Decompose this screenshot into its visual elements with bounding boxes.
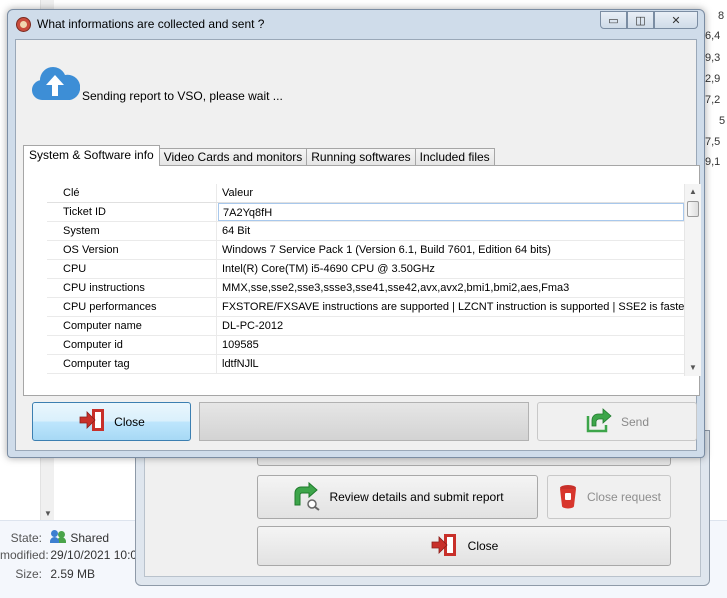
row-value: 109585 [222, 339, 259, 351]
bg-value: 5 [719, 115, 726, 127]
detail-label: State: [10, 531, 42, 545]
shared-users-icon [50, 530, 66, 544]
detail-label: modified: [0, 548, 49, 562]
trash-bin-icon [557, 483, 579, 512]
bg-value: 2,9 [705, 73, 721, 85]
scroll-down-arrow-icon[interactable]: ▼ [44, 509, 52, 518]
table-row[interactable]: OS Version Windows 7 Service Pack 1 (Ver… [47, 241, 684, 260]
row-key: CPU performances [47, 298, 217, 316]
grid-vertical-scrollbar[interactable]: ▲ ▼ [684, 184, 701, 376]
scroll-up-arrow-icon[interactable]: ▲ [685, 184, 701, 200]
window-controls: ▭ ◫ ✕ [600, 11, 698, 29]
tab-included-files[interactable]: Included files [414, 148, 495, 166]
app-icon [16, 17, 31, 32]
cloud-upload-icon [30, 64, 81, 107]
table-row[interactable]: System 64 Bit [47, 222, 684, 241]
table-row[interactable]: CPU performances FXSTORE/FXSAVE instruct… [47, 298, 684, 317]
table-row[interactable]: CPU Intel(R) Core(TM) i5-4690 CPU @ 3.50… [47, 260, 684, 279]
send-button-label: Send [620, 414, 650, 429]
row-value: Windows 7 Service Pack 1 (Version 6.1, B… [222, 244, 551, 256]
row-key: System [47, 222, 217, 240]
review-submit-button[interactable]: Review details and submit report [257, 475, 538, 519]
review-report-icon [291, 481, 321, 514]
detail-modified: modified: 29/10/2021 10:06 [0, 546, 144, 564]
table-row[interactable]: Computer name DL-PC-2012 [47, 317, 684, 336]
parent-close-button[interactable]: Close [257, 526, 671, 566]
detail-size: Size: 2.59 MB [0, 565, 95, 583]
row-value[interactable]: 7A2Yq8fH [218, 203, 684, 221]
detail-state: State: Shared [0, 529, 109, 547]
column-header-value[interactable]: Valeur [218, 184, 684, 202]
grid-header-row: Clé Valeur [47, 184, 684, 203]
close-request-label: Close request [586, 490, 662, 504]
table-row[interactable]: CPU instructions MMX,sse,sse2,sse3,ssse3… [47, 279, 684, 298]
status-text: Sending report to VSO, please wait ... [82, 89, 283, 103]
detail-value: 29/10/2021 10:06 [50, 548, 144, 562]
table-row[interactable]: Computer tag ldtfNJlL [47, 355, 684, 374]
tab-panel-system-info: Clé Valeur Ticket ID 7A2Yq8fH System 64 … [23, 165, 701, 396]
close-button[interactable]: Close [32, 402, 191, 441]
restore-icon: ◫ [635, 14, 646, 27]
bg-value: 9,1 [705, 156, 721, 168]
tab-running-softwares[interactable]: Running softwares [306, 148, 416, 166]
exit-door-icon [78, 408, 108, 435]
detail-label: Size: [15, 567, 42, 581]
tab-strip: System & Software info Video Cards and m… [23, 145, 495, 166]
dialog-client: Sending report to VSO, please wait ... S… [15, 39, 701, 451]
row-value: ldtfNJlL [222, 358, 259, 370]
close-icon: ✕ [671, 14, 681, 27]
close-button-label: Close [114, 414, 145, 429]
scroll-down-arrow-icon[interactable]: ▼ [685, 360, 701, 376]
minimize-icon: ▭ [608, 14, 619, 27]
minimize-button[interactable]: ▭ [600, 11, 627, 29]
send-button[interactable]: Send [537, 402, 697, 441]
bg-value: 6,4 [705, 30, 721, 42]
column-header-key[interactable]: Clé [47, 184, 217, 202]
row-key: Computer tag [47, 355, 217, 373]
close-window-button[interactable]: ✕ [654, 11, 698, 29]
info-grid[interactable]: Clé Valeur Ticket ID 7A2Yq8fH System 64 … [47, 184, 684, 376]
row-key: OS Version [47, 241, 217, 259]
row-key: CPU [47, 260, 217, 278]
dialog-title: What informations are collected and sent… [37, 17, 265, 31]
bg-value: 7,5 [705, 136, 721, 148]
row-key: Ticket ID [47, 203, 217, 221]
row-value: 64 Bit [222, 225, 251, 237]
row-key: Computer name [47, 317, 217, 335]
dialog-titlebar[interactable]: What informations are collected and sent… [8, 10, 704, 38]
row-value: MMX,sse,sse2,sse3,ssse3,sse41,sse42,avx,… [222, 282, 570, 294]
close-request-button[interactable]: Close request [547, 475, 671, 519]
detail-value: 2.59 MB [50, 567, 96, 581]
tab-video-cards-monitors[interactable]: Video Cards and monitors [158, 148, 308, 166]
bg-value: 8 [718, 10, 725, 22]
restore-button[interactable]: ◫ [627, 11, 654, 29]
report-dialog: What informations are collected and sent… [7, 9, 705, 458]
row-key: Computer id [47, 336, 217, 354]
scrollbar-thumb[interactable] [687, 201, 699, 217]
table-row[interactable]: Ticket ID 7A2Yq8fH [47, 203, 684, 222]
detail-value: Shared [70, 531, 110, 545]
row-key: CPU instructions [47, 279, 217, 297]
table-row[interactable]: Computer id 109585 [47, 336, 684, 355]
parent-close-label: Close [467, 539, 499, 553]
bg-value: 9,3 [705, 52, 721, 64]
review-submit-label: Review details and submit report [329, 490, 504, 504]
row-value: DL-PC-2012 [222, 320, 284, 332]
row-value: FXSTORE/FXSAVE instructions are supporte… [222, 301, 684, 313]
bg-value: 7,2 [705, 94, 721, 106]
upload-progress-bar [199, 402, 529, 441]
row-value: Intel(R) Core(TM) i5-4690 CPU @ 3.50GHz [222, 263, 435, 275]
exit-door-icon [430, 533, 460, 560]
status-header: Sending report to VSO, please wait ... [16, 40, 696, 130]
tab-system-software-info[interactable]: System & Software info [23, 145, 160, 166]
send-share-icon [585, 406, 613, 437]
